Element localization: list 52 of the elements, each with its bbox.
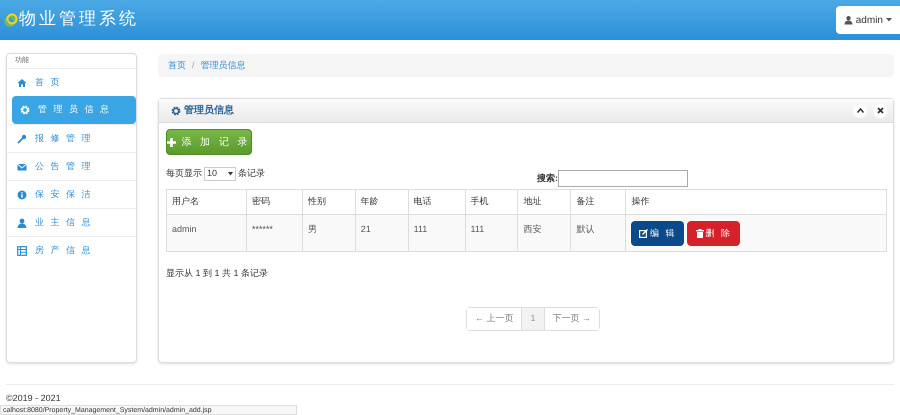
logo-icon: [4, 13, 18, 27]
page-size-label: 条记录: [238, 167, 265, 180]
column-header: 操作: [626, 190, 886, 214]
page-link[interactable]: ← 上一页: [466, 308, 522, 330]
wrench-icon: [17, 134, 27, 144]
copyright-text: ©2019 - 2021: [6, 393, 62, 403]
edit-icon: [639, 229, 648, 238]
user-icon: [17, 218, 27, 228]
gear-icon: [171, 106, 181, 116]
table-cell: 男: [302, 214, 356, 252]
page-link[interactable]: 下一页 →: [544, 308, 600, 330]
caret-icon: [886, 18, 892, 22]
column-header: 用户名: [166, 190, 246, 214]
search-label: 搜索:: [537, 172, 558, 185]
sidebar-item[interactable]: 保 安 保 洁: [7, 180, 136, 208]
page-link[interactable]: 1: [521, 308, 544, 330]
trash-icon: [696, 229, 704, 238]
plus-icon: [167, 138, 176, 146]
breadcrumb-link[interactable]: 首页: [168, 58, 186, 72]
breadcrumb-separator: /: [192, 58, 195, 72]
delete-button[interactable]: 删 除: [687, 221, 740, 246]
app-title: 物业管理系统: [19, 8, 139, 32]
page-size-label: 每页显示: [166, 167, 202, 180]
table-cell: 21: [355, 214, 408, 252]
mail-icon: [17, 162, 27, 172]
sidebar-item[interactable]: 报 修 管 理: [7, 124, 136, 152]
home-icon: [17, 78, 27, 88]
table-cell: admin: [166, 214, 246, 252]
edit-button[interactable]: 编 辑: [631, 221, 684, 246]
add-record-button[interactable]: 添 加 记 录: [166, 129, 252, 155]
page-size-select[interactable]: 10: [204, 167, 236, 181]
close-icon[interactable]: [873, 104, 887, 118]
collapse-icon[interactable]: [853, 104, 867, 118]
sidebar-item[interactable]: 公 告 管 理: [7, 152, 136, 180]
panel-title: 管理员信息: [184, 104, 234, 118]
search-field[interactable]: [558, 170, 688, 187]
user-menu-button[interactable]: admin: [836, 6, 900, 34]
sidebar-item[interactable]: 业 主 信 息: [7, 208, 136, 236]
table-cell: 111: [465, 214, 518, 252]
sidebar-item[interactable]: 房 产 信 息: [7, 236, 136, 264]
table-cell: 默认: [570, 214, 626, 252]
records-info: 显示从 1 到 1 共 1 条记录: [166, 267, 270, 280]
gear-icon: [20, 105, 30, 115]
table-cell: 111: [408, 214, 466, 252]
table-cell: 西安: [518, 214, 571, 252]
list-icon: [17, 246, 27, 256]
info-icon: [17, 190, 27, 200]
user-icon: [844, 15, 853, 25]
breadcrumb-link[interactable]: 管理员信息: [200, 58, 246, 72]
sidebar-item[interactable]: 管 理 员 信 息: [12, 96, 136, 124]
table-cell: ******: [246, 214, 302, 252]
caret-icon: [228, 172, 233, 176]
